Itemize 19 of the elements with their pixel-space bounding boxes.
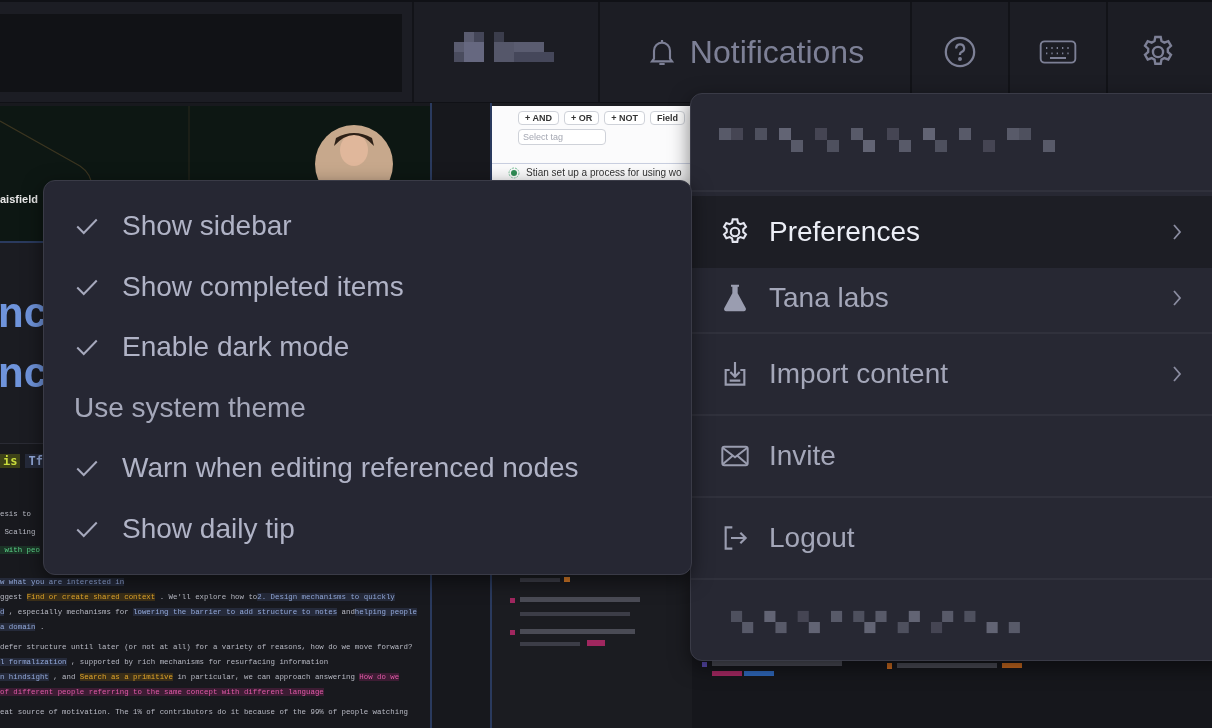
tag-search-field[interactable]: Select tag <box>518 129 606 145</box>
supertag: is <box>0 454 21 468</box>
query-operator-button[interactable]: + AND <box>518 111 559 125</box>
field-dropdown[interactable]: Field <box>649 111 685 125</box>
account-menu-item[interactable]: Invite <box>691 420 1212 492</box>
view-option-menu-item[interactable]: Warn when editing referenced nodes <box>44 438 691 499</box>
view-option-menu-item[interactable]: Show daily tip <box>44 498 691 559</box>
radio-icon <box>508 167 520 179</box>
task-text: Stian set up a process for using wo <box>526 167 682 178</box>
query-operator-button[interactable]: + OR <box>563 111 600 125</box>
help-icon <box>943 35 977 69</box>
account-menu-item[interactable]: Import content <box>691 338 1212 410</box>
view-option-menu-item[interactable]: Show sidebar <box>44 196 691 257</box>
query-operator-button[interactable]: + NOT <box>604 111 645 125</box>
account-menu-item[interactable]: Logout <box>691 502 1212 574</box>
account-menu-item[interactable]: Tana labs <box>691 268 1212 328</box>
keyboard-icon <box>1039 40 1077 64</box>
author-name: aisfield <box>0 193 38 205</box>
account-menu-item[interactable]: Preferences <box>691 196 1212 268</box>
